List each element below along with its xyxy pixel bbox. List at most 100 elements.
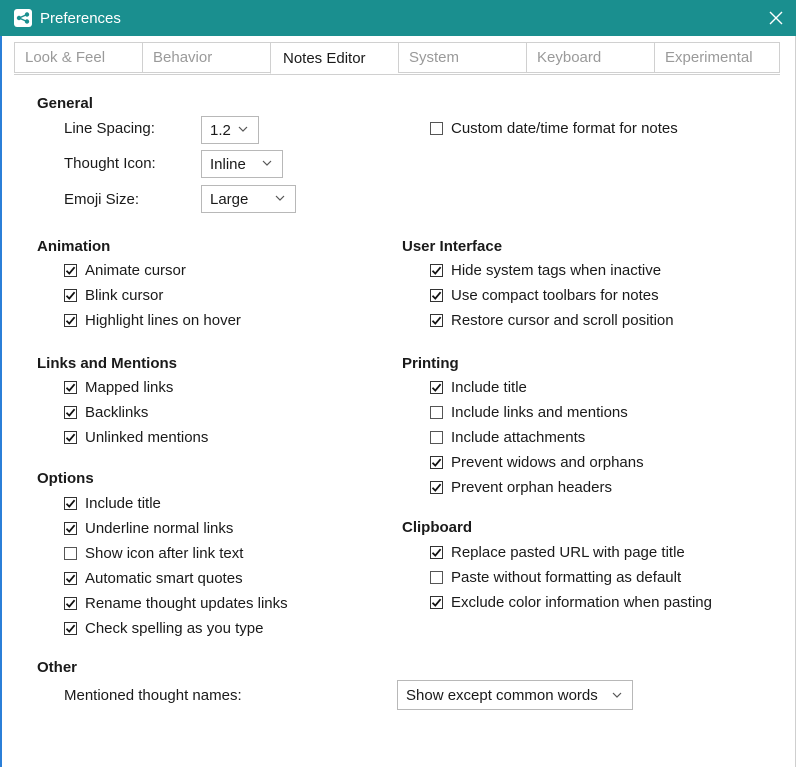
checkmark-icon [431,458,442,467]
checkbox-box [430,406,443,419]
checkmark-icon [431,383,442,392]
checkmark-icon [65,524,76,533]
emoji-size-select[interactable]: Large [201,185,296,213]
ui-restore-cursor-and-scroll-position-label: Restore cursor and scroll position [451,312,674,329]
section-title-other: Other [37,659,78,676]
mentioned-thought-names-select[interactable]: Show except common words [397,680,633,710]
printing-include-title-label: Include title [451,379,527,396]
links-unlinked-mentions-label: Unlinked mentions [85,429,209,446]
tab-experimental[interactable]: Experimental [654,42,780,73]
ui-hide-system-tags-when-inactive-label: Hide system tags when inactive [451,262,662,279]
checkmark-icon [65,599,76,608]
chevron-down-icon [612,692,622,698]
printing-include-links-and-mentions-label: Include links and mentions [451,404,628,421]
links-unlinked-mentions-checkbox[interactable]: Unlinked mentions [64,429,208,446]
notes-editor-panel: General Line Spacing: 1.2 Thought Icon: … [0,74,796,767]
checkbox-box [430,381,443,394]
printing-prevent-widows-and-orphans-checkbox[interactable]: Prevent widows and orphans [430,454,644,471]
tab-notes-editor[interactable]: Notes Editor [270,42,398,74]
links-backlinks-checkbox[interactable]: Backlinks [64,404,148,421]
chevron-down-icon [262,160,272,166]
animation-blink-cursor-checkbox[interactable]: Blink cursor [64,287,163,304]
printing-prevent-orphan-headers-label: Prevent orphan headers [451,479,612,496]
tab-keyboard[interactable]: Keyboard [526,42,654,73]
checkbox-box [64,314,77,327]
options-underline-normal-links-label: Underline normal links [85,520,234,537]
animation-animate-cursor-checkbox[interactable]: Animate cursor [64,262,186,279]
checkbox-box [64,431,77,444]
checkbox-box [430,546,443,559]
checkbox-box [430,122,443,135]
ui-use-compact-toolbars-for-notes-checkbox[interactable]: Use compact toolbars for notes [430,287,659,304]
checkmark-icon [65,316,76,325]
mentioned-thought-names-label: Mentioned thought names: [64,687,242,704]
section-title-animation: Animation [37,238,111,255]
section-title-options: Options [37,470,94,487]
checkmark-icon [65,291,76,300]
thought-icon-value: Inline [210,155,246,173]
thought-icon-select[interactable]: Inline [201,150,283,178]
checkmark-icon [65,624,76,633]
printing-include-title-checkbox[interactable]: Include title [430,379,527,396]
printing-include-attachments-label: Include attachments [451,429,586,446]
clipboard-replace-pasted-url-with-page-title-checkbox[interactable]: Replace pasted URL with page title [430,544,685,561]
printing-include-links-and-mentions-checkbox[interactable]: Include links and mentions [430,404,628,421]
emoji-size-label: Emoji Size: [64,191,140,208]
checkmark-icon [431,598,442,607]
options-automatic-smart-quotes-checkbox[interactable]: Automatic smart quotes [64,570,243,587]
checkbox-box [64,289,77,302]
tab-system[interactable]: System [398,42,526,73]
checkbox-box [64,381,77,394]
section-title-user-interface: User Interface [402,238,503,255]
checkmark-icon [65,433,76,442]
custom-date-format-checkbox[interactable]: Custom date/time format for notes [430,120,678,137]
options-rename-thought-updates-links-label: Rename thought updates links [85,595,288,612]
animation-animate-cursor-label: Animate cursor [85,262,186,279]
ui-restore-cursor-and-scroll-position-checkbox[interactable]: Restore cursor and scroll position [430,312,674,329]
clipboard-paste-without-formatting-as-default-checkbox[interactable]: Paste without formatting as default [430,569,681,586]
checkbox-box [64,572,77,585]
animation-highlight-lines-on-hover-label: Highlight lines on hover [85,312,241,329]
options-include-title-checkbox[interactable]: Include title [64,495,161,512]
checkbox-box [64,597,77,610]
checkbox-box [430,481,443,494]
emoji-size-value: Large [210,190,249,208]
printing-prevent-orphan-headers-checkbox[interactable]: Prevent orphan headers [430,479,612,496]
links-mapped-links-checkbox[interactable]: Mapped links [64,379,173,396]
close-icon [769,11,783,25]
options-underline-normal-links-checkbox[interactable]: Underline normal links [64,520,233,537]
clipboard-replace-pasted-url-with-page-title-label: Replace pasted URL with page title [451,544,685,561]
checkmark-icon [65,408,76,417]
checkbox-box [430,289,443,302]
checkmark-icon [431,316,442,325]
chevron-down-icon [238,126,248,132]
close-button[interactable] [764,6,788,30]
tab-look-and-feel[interactable]: Look & Feel [14,42,142,73]
animation-blink-cursor-label: Blink cursor [85,287,164,304]
line-spacing-value: 1.2 [210,121,231,139]
checkbox-box [64,522,77,535]
app-logo-icon [14,9,32,27]
checkbox-box [430,314,443,327]
options-rename-thought-updates-links-checkbox[interactable]: Rename thought updates links [64,595,288,612]
title-bar: Preferences [0,0,796,36]
line-spacing-select[interactable]: 1.2 [201,116,259,144]
ui-hide-system-tags-when-inactive-checkbox[interactable]: Hide system tags when inactive [430,262,661,279]
checkbox-box [430,431,443,444]
clipboard-exclude-color-information-when-pasting-checkbox[interactable]: Exclude color information when pasting [430,594,712,611]
checkmark-icon [65,383,76,392]
tab-bar: Look & Feel Behavior Notes Editor System… [14,42,780,75]
animation-highlight-lines-on-hover-checkbox[interactable]: Highlight lines on hover [64,312,241,329]
checkmark-icon [431,548,442,557]
options-check-spelling-as-you-type-label: Check spelling as you type [85,620,264,637]
checkbox-box [64,497,77,510]
section-title-links-mentions: Links and Mentions [37,355,178,372]
mentioned-thought-names-value: Show except common words [406,686,598,704]
tab-behavior[interactable]: Behavior [142,42,270,73]
checkmark-icon [431,483,442,492]
ui-use-compact-toolbars-for-notes-label: Use compact toolbars for notes [451,287,659,304]
printing-include-attachments-checkbox[interactable]: Include attachments [430,429,585,446]
options-check-spelling-as-you-type-checkbox[interactable]: Check spelling as you type [64,620,263,637]
options-show-icon-after-link-text-checkbox[interactable]: Show icon after link text [64,545,243,562]
clipboard-exclude-color-information-when-pasting-label: Exclude color information when pasting [451,594,712,611]
